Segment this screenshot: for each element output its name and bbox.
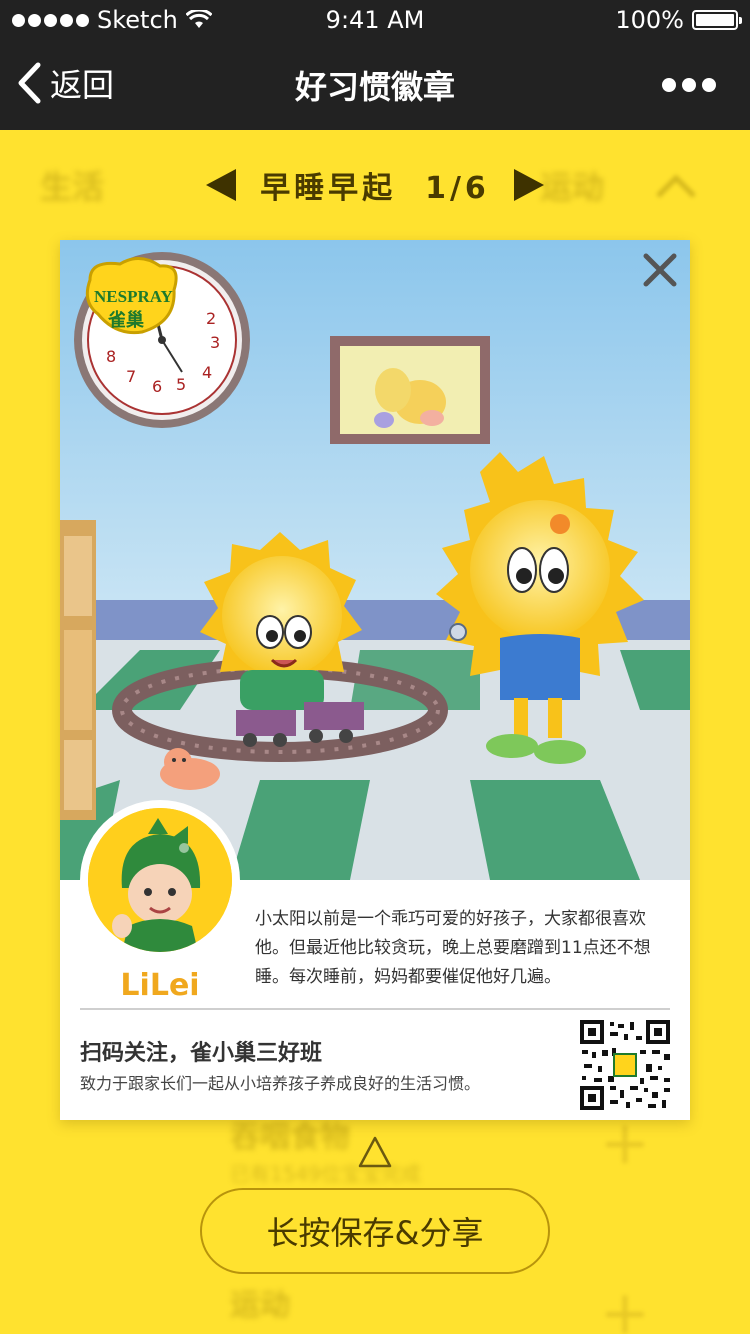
qr-description: 致力于跟家长们一起从小培养孩子养成良好的生活习惯。 xyxy=(80,1074,481,1093)
svg-text:6: 6 xyxy=(152,377,162,396)
battery-icon xyxy=(692,10,742,30)
svg-text:3: 3 xyxy=(210,333,220,352)
qr-title: 扫码关注，雀小巢三好班 xyxy=(80,1041,323,1066)
page-title: 好习惯徽章 xyxy=(294,68,455,106)
more-dot xyxy=(682,78,696,92)
plus-icon: + xyxy=(599,1278,650,1334)
expand-up-icon[interactable] xyxy=(357,1135,393,1169)
svg-text:2: 2 xyxy=(206,309,216,328)
svg-text:4: 4 xyxy=(202,363,212,382)
navigation-bar: 返回 好习惯徽章 xyxy=(0,40,750,130)
badge-illustration: 2 3 4 5 6 7 8 NESPRAY 雀巢 xyxy=(60,240,690,880)
bg-row-title: 运动 xyxy=(230,1288,290,1323)
svg-text:7: 7 xyxy=(126,367,136,386)
svg-text:雀巢: 雀巢 xyxy=(107,309,144,331)
badge-title: 早睡早起 1/6 xyxy=(260,171,490,206)
svg-text:5: 5 xyxy=(176,375,186,394)
more-dot xyxy=(662,78,676,92)
badge-story: 小太阳以前是一个乖巧可爱的好孩子，大家都很喜欢他。但最近他比较贪玩，晚上总要磨蹭… xyxy=(255,909,651,987)
badge-card: 2 3 4 5 6 7 8 NESPRAY 雀巢 LiLei 小太阳以前是一个乖… xyxy=(60,240,690,1120)
badge-pager: 早睡早起 1/6 xyxy=(0,160,750,210)
divider xyxy=(80,1008,670,1010)
svg-text:8: 8 xyxy=(106,347,116,366)
save-share-button[interactable]: 长按保存&分享 xyxy=(200,1188,550,1274)
status-right: 100% xyxy=(615,6,742,34)
next-arrow-icon[interactable] xyxy=(513,169,544,201)
avatar-image xyxy=(88,808,232,952)
svg-text:NESPRAY: NESPRAY xyxy=(94,287,173,306)
prev-arrow-icon[interactable] xyxy=(206,169,237,201)
qr-code-icon xyxy=(580,1020,670,1110)
username: LiLei xyxy=(120,968,200,1003)
more-dot xyxy=(702,78,716,92)
close-icon[interactable] xyxy=(640,250,680,290)
battery-percent: 100% xyxy=(615,6,684,34)
more-button[interactable] xyxy=(662,78,716,92)
user-avatar xyxy=(80,800,240,960)
status-bar: Sketch 9:41 AM 100% xyxy=(0,0,750,40)
